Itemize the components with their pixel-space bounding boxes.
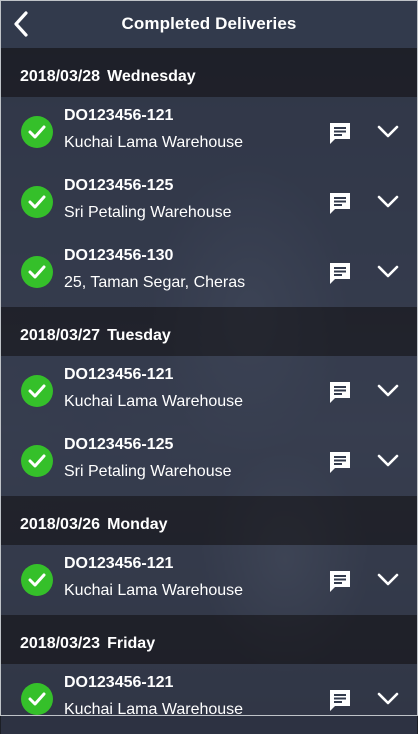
date-header: 2018/03/28 Wednesday [1, 48, 417, 97]
delivery-location: Sri Petaling Warehouse [64, 463, 232, 480]
check-circle-icon [21, 256, 53, 288]
do-number: DO123456-125 [64, 436, 174, 453]
delivery-item[interactable]: DO123456-125 Sri Petaling Warehouse [1, 167, 417, 237]
delivery-group: DO123456-121 Kuchai Lama Warehouse DO123… [1, 97, 417, 307]
date-header: 2018/03/26 Monday [1, 496, 417, 545]
check-circle-icon [21, 445, 53, 477]
date-label: 2018/03/27 [20, 327, 101, 344]
date-label: 2018/03/28 [20, 68, 101, 85]
delivery-location: Kuchai Lama Warehouse [64, 582, 244, 599]
delivery-item[interactable]: DO123456-130 25, Taman Segar, Cheras [1, 237, 417, 307]
delivery-location: Kuchai Lama Warehouse [64, 134, 244, 151]
delivery-item[interactable]: DO123456-125 Sri Petaling Warehouse [1, 426, 417, 496]
date-label: 2018/03/26 [20, 516, 101, 533]
check-circle-icon [21, 683, 53, 715]
date-header: 2018/03/27 Tuesday [1, 307, 417, 356]
check-circle-icon [21, 375, 53, 407]
delivery-group: DO123456-121 Kuchai Lama Warehouse DO123… [1, 356, 417, 496]
delivery-item[interactable]: DO123456-121 Kuchai Lama Warehouse [1, 356, 417, 426]
do-number: DO123456-121 [64, 366, 174, 383]
delivery-location: Kuchai Lama Warehouse [64, 701, 244, 718]
do-number: DO123456-121 [64, 107, 174, 124]
check-circle-icon [21, 116, 53, 148]
comment-icon[interactable] [328, 569, 352, 593]
delivery-item[interactable]: DO123456-121 Kuchai Lama Warehouse [1, 664, 417, 734]
day-label: Tuesday [107, 327, 171, 344]
day-label: Friday [107, 635, 156, 652]
comment-icon[interactable] [328, 688, 352, 712]
chevron-down-icon[interactable] [376, 122, 400, 142]
delivery-location: 25, Taman Segar, Cheras [64, 274, 246, 291]
deliveries-list[interactable]: 2018/03/28 Wednesday DO123456-121 Kuchai … [1, 48, 417, 734]
chevron-down-icon[interactable] [376, 451, 400, 471]
delivery-group: DO123456-121 Kuchai Lama Warehouse [1, 664, 417, 734]
delivery-location: Sri Petaling Warehouse [64, 204, 232, 221]
delivery-item[interactable]: DO123456-121 Kuchai Lama Warehouse [1, 97, 417, 167]
check-circle-icon [21, 186, 53, 218]
page-title: Completed Deliveries [121, 14, 297, 33]
do-number: DO123456-121 [64, 555, 174, 572]
chevron-down-icon[interactable] [376, 570, 400, 590]
day-label: Monday [107, 516, 168, 533]
date-label: 2018/03/23 [20, 635, 101, 652]
date-header: 2018/03/23 Friday [1, 615, 417, 664]
chevron-down-icon[interactable] [376, 381, 400, 401]
chevron-left-icon [14, 11, 28, 37]
do-number: DO123456-125 [64, 177, 174, 194]
delivery-item[interactable]: DO123456-121 Kuchai Lama Warehouse [1, 545, 417, 615]
delivery-location: Kuchai Lama Warehouse [64, 393, 244, 410]
do-number: DO123456-130 [64, 247, 174, 264]
comment-icon[interactable] [328, 380, 352, 404]
do-number: DO123456-121 [64, 674, 174, 691]
chevron-down-icon[interactable] [376, 192, 400, 212]
delivery-group: DO123456-121 Kuchai Lama Warehouse [1, 545, 417, 615]
comment-icon[interactable] [328, 191, 352, 215]
chevron-down-icon[interactable] [376, 689, 400, 709]
comment-icon[interactable] [328, 121, 352, 145]
app-header: Completed Deliveries [0, 0, 418, 48]
chevron-down-icon[interactable] [376, 262, 400, 282]
comment-icon[interactable] [328, 261, 352, 285]
back-button[interactable] [6, 8, 36, 40]
check-circle-icon [21, 564, 53, 596]
comment-icon[interactable] [328, 450, 352, 474]
day-label: Wednesday [107, 68, 196, 85]
